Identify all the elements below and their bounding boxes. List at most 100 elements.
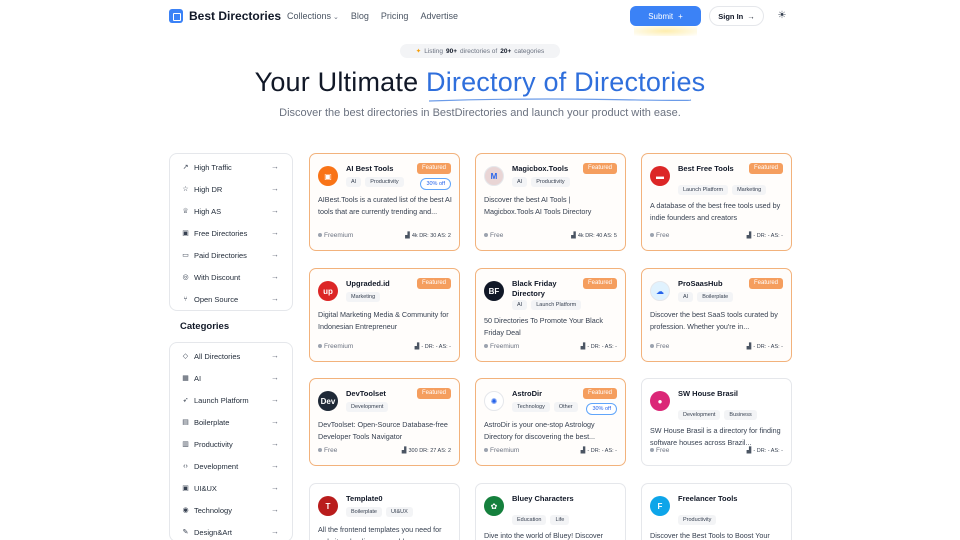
- card-title[interactable]: ProSaasHub: [678, 279, 746, 289]
- tag[interactable]: Life: [550, 515, 570, 525]
- submit-button[interactable]: Submit +: [630, 6, 701, 36]
- sidebar-item[interactable]: ⑂ Open Source →: [170, 288, 292, 310]
- card-title[interactable]: Bluey Characters: [512, 494, 580, 504]
- sidebar-item[interactable]: ▣ Free Directories →: [170, 222, 292, 244]
- card-title[interactable]: DevToolset: [346, 389, 414, 399]
- sidebar-item[interactable]: ‹› Development →: [170, 455, 292, 477]
- directory-card[interactable]: ▬ Best Free Tools Featured Launch Platform M…: [641, 153, 792, 251]
- sidebar-item[interactable]: ☆ High DR →: [170, 178, 292, 200]
- tag[interactable]: Business: [724, 410, 757, 420]
- card-title[interactable]: AI Best Tools: [346, 164, 414, 174]
- tag[interactable]: Productivity: [365, 177, 404, 187]
- chart-icon: ↗: [182, 164, 189, 171]
- nav-advertise[interactable]: Advertise: [420, 11, 458, 21]
- directory-card[interactable]: ☁ ProSaasHub Featured AI Boilerplate Discover…: [641, 268, 792, 362]
- sidebar-item[interactable]: ▥ Productivity →: [170, 433, 292, 455]
- card-title[interactable]: AstroDir: [512, 389, 580, 399]
- bar-chart-icon: ▟: [580, 344, 586, 350]
- sun-icon[interactable]: ☀: [775, 9, 789, 23]
- card-title[interactable]: Black Friday Directory: [512, 279, 580, 299]
- card-footer: Freemium ▟ - DR: - AS: -: [318, 343, 451, 353]
- sidebar-item[interactable]: ♕ High AS →: [170, 200, 292, 222]
- directory-card[interactable]: BF Black Friday Directory Featured AI Launch…: [475, 268, 626, 362]
- tag[interactable]: Launch Platform: [678, 185, 729, 195]
- directory-card[interactable]: ▣ AI Best Tools Featured 30% off AI Productiv…: [309, 153, 460, 251]
- arrow-right-icon: →: [271, 527, 279, 536]
- sidebar-item-label: UI&UX: [194, 483, 217, 493]
- card-title[interactable]: Freelancer Tools: [678, 494, 746, 504]
- directory-card[interactable]: ● SW House Brasil Development Business SW Ho…: [641, 378, 792, 466]
- sidebar-item-label: High Traffic: [194, 162, 232, 172]
- arrow-right-icon: →: [271, 184, 279, 193]
- tag[interactable]: AI: [678, 292, 694, 302]
- sidebar-item[interactable]: ➶ Launch Platform →: [170, 389, 292, 411]
- sidebar-item-label: AI: [194, 373, 202, 383]
- tag[interactable]: UI&UX: [386, 507, 413, 517]
- sidebar-item[interactable]: ◇ All Directories →: [170, 345, 292, 367]
- tag[interactable]: AI: [512, 300, 528, 310]
- pricing-label: Free: [650, 447, 669, 454]
- nav-blog[interactable]: Blog: [351, 11, 369, 21]
- directory-logo: Dev: [318, 391, 338, 411]
- tag[interactable]: AI: [346, 177, 362, 187]
- tag[interactable]: Boilerplate: [697, 292, 734, 302]
- tag[interactable]: AI: [512, 177, 528, 187]
- card-description: AIBest.Tools is a curated list of the be…: [318, 195, 452, 216]
- categories-panel: ◇ All Directories → ▦ AI → ➶ Launch Platform → ▤ B…: [169, 342, 293, 540]
- card-title[interactable]: Upgraded.id: [346, 279, 414, 289]
- directory-card[interactable]: ✺ AstroDir Featured 30% off Technology Other A…: [475, 378, 626, 466]
- tag[interactable]: Education: [512, 515, 547, 525]
- tag[interactable]: Other: [553, 402, 578, 412]
- filters-panel: ↗ High Traffic → ☆ High DR → ♕ High AS → ▣ Free Di…: [169, 153, 293, 311]
- sidebar-item[interactable]: ◉ Technology →: [170, 499, 292, 521]
- sidebar-item[interactable]: ▭ Paid Directories →: [170, 244, 292, 266]
- discount-badge: 30% off: [586, 403, 617, 415]
- trophy-icon: ♕: [182, 208, 189, 215]
- tag[interactable]: Development: [346, 402, 389, 412]
- directory-logo: T: [318, 496, 338, 516]
- tag[interactable]: Productivity: [531, 177, 570, 187]
- pricing-label: Free: [484, 232, 503, 239]
- arrow-right-icon: →: [271, 461, 279, 470]
- dot-icon: [650, 448, 654, 453]
- card-title[interactable]: Best Free Tools: [678, 164, 746, 174]
- featured-badge: Featured: [416, 278, 451, 289]
- tag-icon: ◇: [182, 353, 189, 360]
- tag[interactable]: Marketing: [346, 292, 381, 302]
- sidebar-item[interactable]: ▣ UI&UX →: [170, 477, 292, 499]
- card-title[interactable]: Magicbox.Tools: [512, 164, 580, 174]
- directory-card[interactable]: M Magicbox.Tools Featured AI Productivity Dis…: [475, 153, 626, 251]
- featured-badge: Featured: [582, 388, 617, 399]
- nav-pricing[interactable]: Pricing: [381, 11, 409, 21]
- tag-list: Development Business: [678, 410, 757, 420]
- sidebar-item[interactable]: ◎ With Discount →: [170, 266, 292, 288]
- directory-card[interactable]: ✿ Bluey Characters Education Life Dive into …: [475, 483, 626, 540]
- sidebar-item[interactable]: ↗ High Traffic →: [170, 156, 292, 178]
- tag[interactable]: Launch Platform: [531, 300, 582, 310]
- pricing-label: Freemium: [484, 447, 519, 454]
- tag[interactable]: Boilerplate: [346, 507, 382, 517]
- sidebar-item[interactable]: ▤ Boilerplate →: [170, 411, 292, 433]
- nav-collections[interactable]: Collections ⌄: [287, 11, 339, 21]
- card-title[interactable]: SW House Brasil: [678, 389, 746, 399]
- directory-card[interactable]: up Upgraded.id Featured Marketing Digital Ma…: [309, 268, 460, 362]
- logo[interactable]: Best Directories: [169, 9, 281, 23]
- sidebar-item-label: High AS: [194, 206, 222, 216]
- sidebar-item[interactable]: ▦ AI →: [170, 367, 292, 389]
- sidebar-item-label: Productivity: [194, 439, 233, 449]
- card-title[interactable]: Template0: [346, 494, 414, 504]
- sidebar-item[interactable]: ✎ Design&Art →: [170, 521, 292, 540]
- tag[interactable]: Marketing: [732, 185, 767, 195]
- directory-logo: ▣: [318, 166, 338, 186]
- directory-card[interactable]: F Freelancer Tools Productivity Discover th…: [641, 483, 792, 540]
- arrow-right-icon: →: [271, 294, 279, 303]
- palette-icon: ✎: [182, 529, 189, 536]
- sign-in-button[interactable]: Sign In →: [709, 6, 764, 26]
- directory-card[interactable]: T Template0 Boilerplate UI&UX All the fronte…: [309, 483, 460, 540]
- arrow-right-icon: →: [271, 351, 279, 360]
- directory-card[interactable]: Dev DevToolset Featured Development DevTools…: [309, 378, 460, 466]
- tag[interactable]: Productivity: [678, 515, 717, 525]
- tag[interactable]: Technology: [512, 402, 550, 412]
- tag-list: Marketing: [346, 292, 381, 302]
- tag[interactable]: Development: [678, 410, 721, 420]
